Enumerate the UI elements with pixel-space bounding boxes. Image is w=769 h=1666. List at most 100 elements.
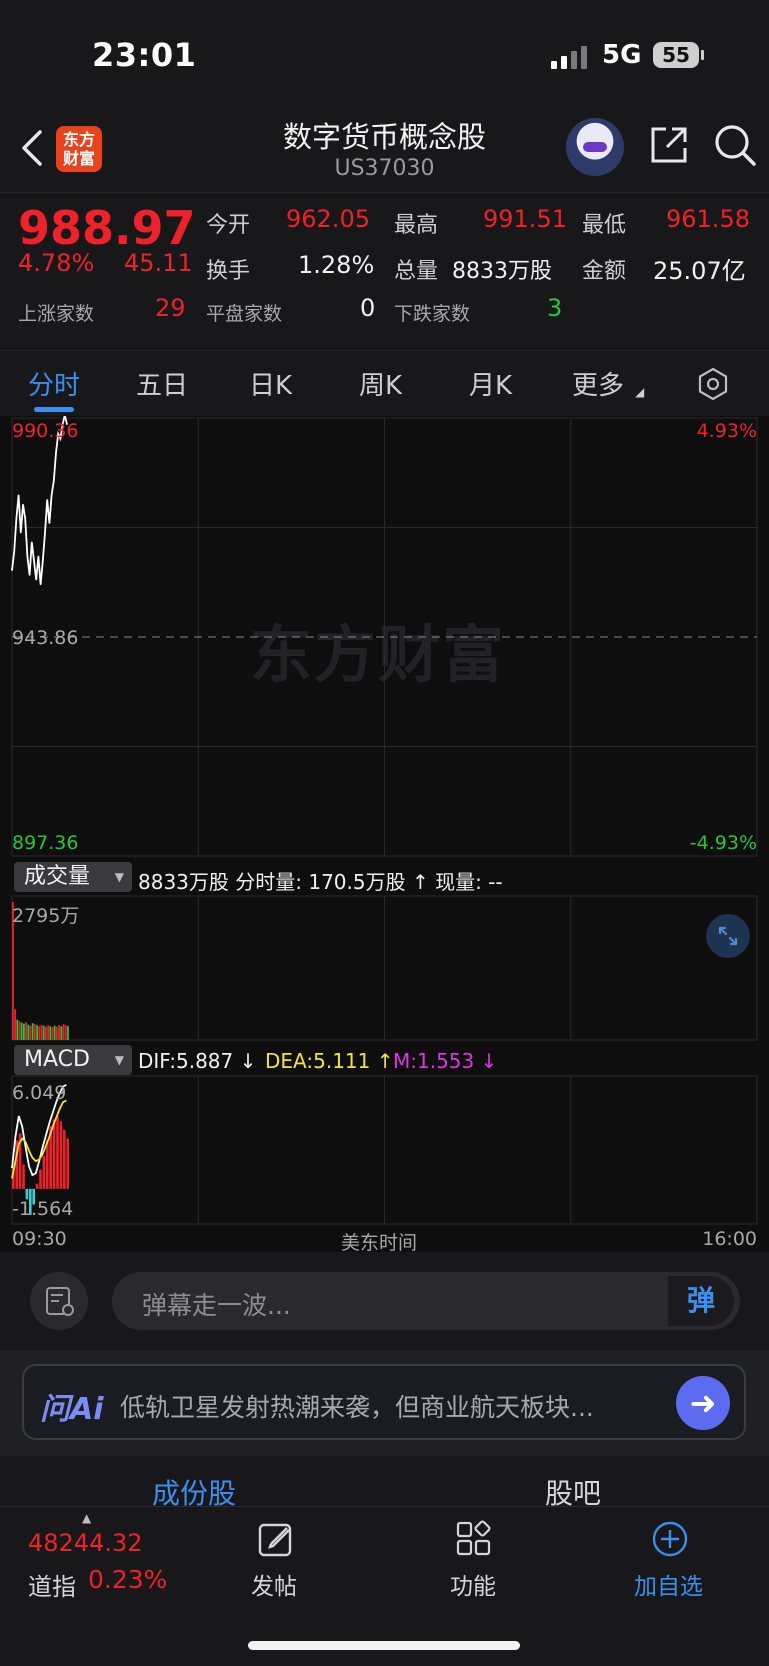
price-point-8 <box>29 574 31 576</box>
battery-tip <box>701 50 704 60</box>
period-tabs: 分时 五日 日K 周K 月K 更多 ◢ <box>0 350 769 417</box>
high-value: 991.51 <box>483 205 567 233</box>
macd-axis-top: 6.049 <box>12 1082 67 1104</box>
macd-chart <box>11 1084 69 1215</box>
volume-bar-18 <box>51 1027 54 1040</box>
volume-bar-5 <box>23 1023 25 1040</box>
share-icon[interactable] <box>648 124 690 166</box>
volume-label: 总量 <box>394 259 439 284</box>
up-count: 29 <box>155 294 186 322</box>
nav-post[interactable]: 发帖 <box>251 1567 297 1601</box>
price-point-16 <box>46 499 48 501</box>
macd-axis-bottom: -1.564 <box>12 1198 74 1220</box>
ai-prompt-box[interactable]: 问Ai 低轨卫星发射热潮来袭，但商业航天板块... ➜ <box>22 1364 746 1440</box>
status-bar: 23:01 5G 55 <box>0 0 769 110</box>
macd-dea: DEA:5.111 ↑ <box>265 1049 394 1073</box>
price-axis-mid: 943.86 <box>12 627 79 649</box>
volume-bar-6 <box>25 1022 27 1040</box>
price-point-1 <box>13 550 15 553</box>
tab-intraday[interactable]: 分时 <box>28 365 80 402</box>
change-pct: 4.78% <box>18 249 95 277</box>
note-settings-button[interactable] <box>30 1272 88 1330</box>
bottom-nav: ▲ 48244.32 道指 0.23% 发帖 功能 加自选 <box>0 1506 769 1666</box>
pct-axis-top: 4.93% <box>696 420 757 442</box>
macd-hist-15 <box>63 1129 66 1189</box>
volume-bar-1 <box>14 1009 16 1040</box>
volume-bar-20 <box>56 1026 58 1040</box>
pct-axis-bottom: -4.93% <box>689 832 757 854</box>
tab-monthly-k[interactable]: 月K <box>469 365 512 402</box>
volume-bar-3 <box>18 1021 21 1040</box>
macd-hist-16 <box>66 1138 69 1189</box>
volume-value: 8833万股 <box>452 259 552 284</box>
tab-five-day[interactable]: 五日 <box>136 365 188 402</box>
volume-bar-7 <box>27 1024 30 1040</box>
last-price: 988.97 <box>18 201 196 255</box>
macd-hist-8 <box>39 1169 42 1189</box>
tab-weekly-k[interactable]: 周K <box>359 365 402 402</box>
price-point-15 <box>44 532 46 534</box>
macd-hist-12 <box>52 1119 56 1189</box>
tab-active-indicator <box>34 407 74 412</box>
danmu-toggle-button[interactable]: 弹 <box>668 1276 734 1326</box>
price-axis-bottom: 897.36 <box>12 832 79 854</box>
price-point-10 <box>33 560 35 562</box>
amount-value: 25.07亿 <box>653 257 746 285</box>
price-point-9 <box>31 541 33 543</box>
macd-hist-3 <box>22 1164 25 1189</box>
macd-indicator-dropdown[interactable]: MACD ▼ <box>14 1045 132 1075</box>
nav-add-watchlist[interactable]: 加自选 <box>634 1567 703 1601</box>
price-point-5 <box>22 503 24 506</box>
down-count: 3 <box>547 294 563 322</box>
volume-bar-13 <box>40 1024 43 1040</box>
amount-label: 金额 <box>582 259 627 284</box>
macd-m: M:1.553 ↓ <box>393 1049 498 1073</box>
price-point-12 <box>37 555 40 557</box>
up-count-label: 上涨家数 <box>18 303 95 325</box>
volume-bar-12 <box>38 1026 41 1040</box>
flat-count-label: 平盘家数 <box>206 303 283 325</box>
intraday-charts[interactable] <box>0 416 769 1252</box>
macd-hist-9 <box>42 1155 46 1189</box>
grid-icon[interactable] <box>454 1519 494 1559</box>
macd-hist-10 <box>46 1140 49 1189</box>
settings-gear-icon[interactable] <box>696 367 730 401</box>
price-point-3 <box>18 494 20 496</box>
volume-bar-16 <box>47 1025 49 1040</box>
index-name[interactable]: 道指 <box>28 1567 76 1602</box>
volume-bar-25 <box>67 1026 69 1040</box>
macd-hist-13 <box>56 1116 59 1189</box>
volume-bar-23 <box>62 1024 65 1040</box>
tab-daily-k[interactable]: 日K <box>249 365 292 402</box>
arrow-right-icon[interactable]: ➜ <box>676 1376 730 1430</box>
edit-icon[interactable] <box>256 1519 296 1559</box>
danmu-input[interactable]: 弹幕走一波... 弹 <box>112 1272 740 1330</box>
search-icon[interactable] <box>712 122 758 168</box>
change-value: 45.11 <box>124 249 193 277</box>
more-caret-icon: ◢ <box>635 385 645 399</box>
open-label: 今开 <box>206 213 251 238</box>
volume-bar-17 <box>49 1026 52 1040</box>
ai-prompt-text: 低轨卫星发射热潮来袭，但商业航天板块... <box>120 1393 594 1422</box>
nav-function[interactable]: 功能 <box>450 1567 496 1601</box>
volume-bar-22 <box>60 1026 63 1040</box>
price-point-2 <box>15 517 17 520</box>
volume-info: 8833万股 分时量: 170.5万股 ↑ 现量: -- <box>138 870 503 894</box>
price-point-19 <box>53 480 55 482</box>
add-circle-icon[interactable] <box>650 1519 690 1559</box>
volume-bar-8 <box>29 1025 32 1040</box>
chart-grid <box>11 417 758 1225</box>
index-value[interactable]: 48244.32 <box>28 1529 143 1557</box>
price-point-17 <box>48 522 51 524</box>
price-point-4 <box>20 532 22 534</box>
volume-indicator-dropdown[interactable]: 成交量 ▼ <box>14 862 132 892</box>
volume-bar-2 <box>16 1019 19 1040</box>
index-change[interactable]: 0.23% <box>88 1565 167 1594</box>
chevron-down-icon: ▼ <box>114 1053 124 1067</box>
robot-visor <box>583 142 607 152</box>
chevron-down-icon: ▼ <box>114 870 124 884</box>
expand-icon[interactable] <box>706 914 750 958</box>
high-label: 最高 <box>394 213 439 238</box>
tab-more[interactable]: 更多 <box>572 365 624 402</box>
time-axis-end: 16:00 <box>702 1228 757 1250</box>
